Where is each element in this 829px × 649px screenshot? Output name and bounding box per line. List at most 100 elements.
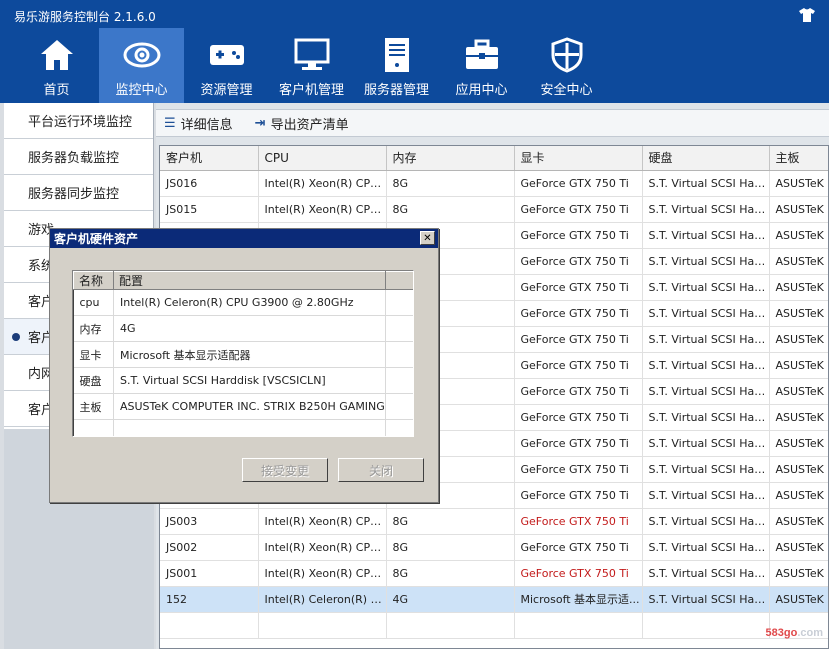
column-header[interactable]: 主板 xyxy=(769,146,828,171)
nav-item-6[interactable]: 安全中心 xyxy=(524,28,609,103)
table-cell: GeForce GTX 750 Ti xyxy=(514,248,643,275)
table-cell: Intel(R) Xeon(R) CPU E... xyxy=(258,560,387,587)
nav-label: 资源管理 xyxy=(200,83,253,98)
table-cell: 8G xyxy=(386,508,515,535)
table-cell: JS002 xyxy=(160,534,259,561)
nav-item-3[interactable]: 客户机管理 xyxy=(269,28,354,103)
table-row[interactable] xyxy=(160,612,828,639)
table-cell: S.T. Virtual SCSI Hard... xyxy=(642,534,770,561)
table-cell: GeForce GTX 750 Ti xyxy=(514,482,643,509)
sidebar-item-0[interactable]: 平台运行环境监控 xyxy=(4,103,153,139)
asset-column-header[interactable]: 名称 xyxy=(73,271,114,290)
table-row[interactable]: JS001 Intel(R) Xeon(R) CPU E... 8G GeForce … xyxy=(160,560,828,587)
column-header[interactable]: 内存 xyxy=(386,146,515,171)
asset-cell: 内存 xyxy=(73,315,114,342)
asset-row[interactable]: 内存 4G xyxy=(73,315,413,342)
table-cell: ASUSTeK CO xyxy=(769,508,828,535)
nav-item-1[interactable]: 监控中心 xyxy=(99,28,184,103)
dialog-titlebar[interactable]: 客户机硬件资产 ✕ xyxy=(50,229,438,248)
accept-changes-button[interactable]: 接受变更 xyxy=(242,458,328,482)
nav-item-0[interactable]: 首页 xyxy=(14,28,99,103)
asset-column-header[interactable]: 配置 xyxy=(113,271,386,290)
table-row[interactable]: JS016 Intel(R) Xeon(R) CPU E... 8G GeForce … xyxy=(160,170,828,197)
table-cell: Intel(R) Xeon(R) CPU E... xyxy=(258,508,387,535)
table-cell: Intel(R) Celeron(R) CP... xyxy=(258,586,387,613)
list-icon: ☰ xyxy=(164,115,176,131)
table-cell: Intel(R) Xeon(R) CPU E... xyxy=(258,196,387,223)
asset-cell-filler xyxy=(385,367,413,394)
app-title: 易乐游服务控制台 2.1.6.0 xyxy=(14,10,156,24)
table-cell: S.T. Virtual SCSI Hard... xyxy=(642,404,770,431)
nav-item-4[interactable]: 服务器管理 xyxy=(354,28,439,103)
table-cell: S.T. Virtual SCSI Hard... xyxy=(642,560,770,587)
column-header[interactable]: 客户机 xyxy=(160,146,259,171)
column-header[interactable]: 显卡 xyxy=(514,146,643,171)
asset-cell: 主板 xyxy=(73,393,114,420)
table-cell: 152 xyxy=(160,586,259,613)
dialog-close-button[interactable]: 关闭 xyxy=(338,458,424,482)
close-icon[interactable]: ✕ xyxy=(420,231,435,245)
sidebar-item-2[interactable]: 服务器同步监控 xyxy=(4,175,153,211)
table-row[interactable]: JS003 Intel(R) Xeon(R) CPU E... 8G GeForce … xyxy=(160,508,828,535)
table-cell: GeForce GTX 750 Ti xyxy=(514,560,643,587)
table-cell: Intel(R) Xeon(R) CPU E... xyxy=(258,534,387,561)
nav-label: 首页 xyxy=(43,83,70,98)
table-cell: GeForce GTX 750 Ti xyxy=(514,534,643,561)
table-row[interactable]: JS002 Intel(R) Xeon(R) CPU E... 8G GeForce … xyxy=(160,534,828,561)
table-cell: 8G xyxy=(386,170,515,197)
table-cell: S.T. Virtual SCSI Hard... xyxy=(642,508,770,535)
table-cell: ASUSTeK CO xyxy=(769,430,828,457)
asset-cell: 硬盘 xyxy=(73,367,114,394)
sidebar-item-label: 服务器负载监控 xyxy=(28,151,120,166)
column-header[interactable]: 硬盘 xyxy=(642,146,770,171)
table-cell: ASUSTeK CO xyxy=(769,378,828,405)
asset-row[interactable]: cpu Intel(R) Celeron(R) CPU G3900 @ 2.80G… xyxy=(73,289,413,316)
column-header[interactable]: CPU xyxy=(258,146,387,171)
table-cell: Microsoft 基本显示适... xyxy=(514,586,643,613)
home-icon xyxy=(37,36,77,74)
table-cell: GeForce GTX 750 Ti xyxy=(514,352,643,379)
table-cell: GeForce GTX 750 Ti xyxy=(514,274,643,301)
asset-row[interactable] xyxy=(73,419,413,436)
asset-row[interactable]: 主板 ASUSTeK COMPUTER INC. STRIX B250H GAMI… xyxy=(73,393,413,420)
table-cell: S.T. Virtual SCSI Hard... xyxy=(642,300,770,327)
nav-label: 客户机管理 xyxy=(278,83,344,98)
eye-icon xyxy=(122,36,162,74)
nav-label: 安全中心 xyxy=(540,83,593,98)
table-row[interactable]: 152 Intel(R) Celeron(R) CP... 4G Microsoft … xyxy=(160,586,828,613)
asset-cell: cpu xyxy=(73,289,114,316)
table-row[interactable]: JS015 Intel(R) Xeon(R) CPU E... 8G GeForce … xyxy=(160,196,828,223)
table-cell: GeForce GTX 750 Ti xyxy=(514,456,643,483)
table-cell: S.T. Virtual SCSI Hard... xyxy=(642,170,770,197)
table-cell: GeForce GTX 750 Ti xyxy=(514,196,643,223)
asset-table[interactable]: 名称 配置 cpu Intel(R) Celeron(R) CPU G3900 @ … xyxy=(72,270,414,437)
export-button[interactable]: ⇥ 导出资产清单 xyxy=(255,114,349,133)
main-nav: 首页 监控中心 资源管理 客户机管理 服务器管理 应用中心 安全中心 xyxy=(14,28,609,103)
table-cell: JS003 xyxy=(160,508,259,535)
table-cell xyxy=(514,612,643,639)
export-icon: ⇥ xyxy=(254,115,266,131)
export-label: 导出资产清单 xyxy=(270,117,349,133)
active-dot-icon xyxy=(12,332,20,341)
toolbar: ☰ 详细信息 ⇥ 导出资产清单 xyxy=(156,109,829,137)
nav-label: 服务器管理 xyxy=(363,83,429,98)
nav-item-5[interactable]: 应用中心 xyxy=(439,28,524,103)
table-cell: S.T. Virtual SCSI Hard... xyxy=(642,352,770,379)
asset-cell: ASUSTeK COMPUTER INC. STRIX B250H GAMING xyxy=(113,393,386,420)
table-cell: JS015 xyxy=(160,196,259,223)
sidebar-item-1[interactable]: 服务器负载监控 xyxy=(4,139,153,175)
table-cell: S.T. Virtual SCSI Hard... xyxy=(642,326,770,353)
table-cell xyxy=(258,612,387,639)
asset-cell: 4G xyxy=(113,315,386,342)
table-cell: S.T. Virtual SCSI Hard... xyxy=(642,586,770,613)
table-cell xyxy=(160,612,259,639)
table-cell: ASUSTeK CO xyxy=(769,196,828,223)
nav-item-2[interactable]: 资源管理 xyxy=(184,28,269,103)
asset-row[interactable]: 显卡 Microsoft 基本显示适配器 xyxy=(73,341,413,368)
asset-cell: Intel(R) Celeron(R) CPU G3900 @ 2.80GHz xyxy=(113,289,386,316)
shirt-icon[interactable] xyxy=(799,8,815,26)
nav-label: 监控中心 xyxy=(115,83,168,98)
details-button[interactable]: ☰ 详细信息 xyxy=(164,114,233,133)
asset-row[interactable]: 硬盘 S.T. Virtual SCSI Harddisk [VSCSICLN] xyxy=(73,367,413,394)
table-cell: GeForce GTX 750 Ti xyxy=(514,300,643,327)
